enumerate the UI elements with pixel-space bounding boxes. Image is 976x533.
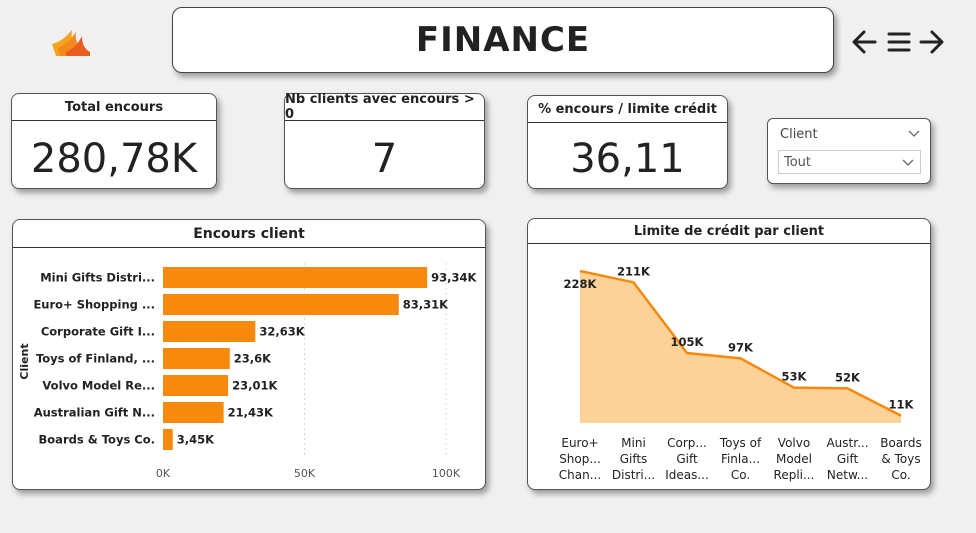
x-tick-label: 50K [294,467,316,480]
arrow-left-icon[interactable] [851,28,877,56]
kpi-value: 7 [371,136,398,182]
hamburger-menu-icon[interactable] [886,28,912,56]
category-label: Corporate Gift I... [41,325,155,339]
chart-title: Encours client [13,220,485,248]
category-label: Boards [880,436,922,450]
kpi-value: 36,11 [570,136,685,182]
bar [163,429,173,450]
limite-credit-area-chart: 228K Euro+ Shop... Chan... 211K Mini Gifts Dist… [559,264,922,482]
client-dropdown[interactable]: Tout [778,150,921,174]
category-label: Shop... [559,452,601,466]
data-label: 105K [671,335,705,349]
category-label: Distri... [612,468,655,482]
dropdown-selected-value: Tout [784,155,812,170]
bar [163,267,428,288]
category-label: Gifts [620,452,648,466]
kpi-label: % encours / limite crédit [528,96,727,123]
data-label: 211K [617,264,651,278]
kpi-card-total-encours: Total encours 280,78K [11,93,217,189]
data-label: 53K [782,370,808,384]
data-label: 23,01K [232,379,278,393]
bar [163,321,256,342]
chevron-down-icon[interactable] [908,129,920,139]
data-label: 228K [564,277,598,291]
category-label: Model [776,452,812,466]
category-label: Ideas... [665,468,709,482]
data-label: 21,43K [228,406,274,420]
data-label: 3,45K [177,433,215,447]
flame-logo-icon [52,30,90,56]
category-label: Mini Gifts Distri... [40,271,155,285]
data-label: 32,63K [259,325,305,339]
data-label: 23,6K [234,352,272,366]
page-title: FINANCE [415,20,591,60]
category-label: Netw... [827,468,868,482]
kpi-card-pct-encours: % encours / limite crédit 36,11 [527,95,728,189]
category-label: Australian Gift N... [34,406,155,420]
category-label: Euro+ Shopping ... [33,298,155,312]
category-label: Co. [731,468,750,482]
kpi-value: 280,78K [30,136,198,182]
category-label: Repli... [774,468,815,482]
y-axis-label: Client [18,343,31,379]
client-slicer[interactable]: Client Tout [767,118,931,184]
encours-bar-chart: 0K 50K 100K Client Mini Gifts Distri... 93,34… [18,263,478,480]
kpi-label: Nb clients avec encours > 0 [285,92,484,122]
category-label: Mini [621,436,646,450]
kpi-label: Total encours [12,94,216,121]
category-label: Austr... [826,436,868,450]
category-label: & Toys [881,452,920,466]
title-banner: FINANCE [172,7,834,73]
category-label: Corp... [667,436,707,450]
data-label: 97K [728,340,754,354]
x-tick-label: 100K [432,467,461,480]
limite-credit-chart-card: Limite de crédit par client 228K Euro+ Sho… [527,218,931,490]
data-label: 11K [889,398,915,412]
bar [163,402,224,423]
data-label: 52K [835,370,861,384]
category-label: Euro+ [561,436,598,450]
chart-title: Limite de crédit par client [528,219,930,244]
category-label: Co. [891,468,910,482]
encours-client-chart-card: Encours client 0K 50K 100K Client Mini Gifts… [12,219,486,490]
kpi-card-nb-clients: Nb clients avec encours > 0 7 [284,92,485,189]
chevron-down-icon [902,159,914,166]
bar [163,348,230,369]
bar [163,294,399,315]
category-label: Gift [837,452,859,466]
arrow-right-icon[interactable] [919,28,945,56]
data-label: 93,34K [431,271,477,285]
category-label: Finla... [721,452,760,466]
category-label: Volvo [778,436,810,450]
category-label: Gift [676,452,698,466]
category-label: Toys of Finland, ... [36,352,155,366]
data-label: 83,31K [403,298,449,312]
category-label: Chan... [559,468,601,482]
category-label: Volvo Model Re... [42,379,155,393]
bar [163,375,229,396]
slicer-title: Client [780,127,818,142]
x-tick-label: 0K [156,467,171,480]
category-label: Toys of [719,436,762,450]
category-label: Boards & Toys Co. [39,433,155,447]
